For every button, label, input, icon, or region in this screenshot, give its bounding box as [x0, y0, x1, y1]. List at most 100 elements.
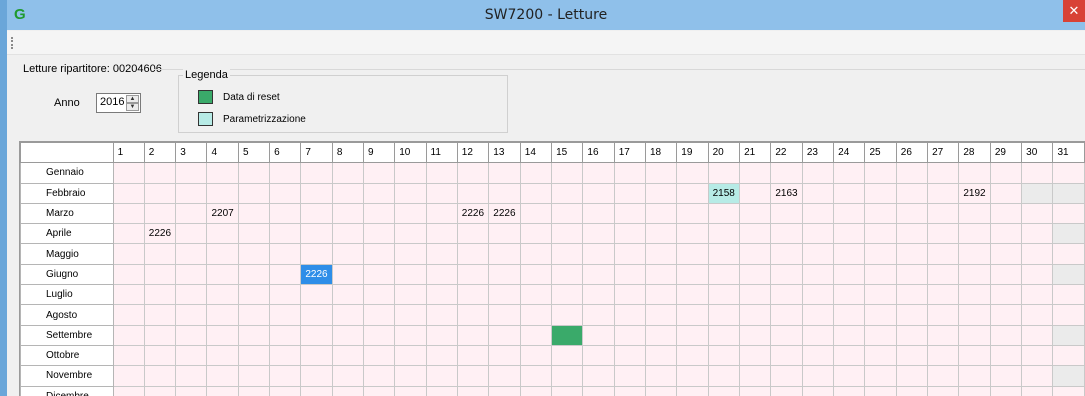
- reading-cell[interactable]: [582, 284, 615, 306]
- reading-cell[interactable]: [425, 243, 458, 265]
- day-column-header[interactable]: 25: [864, 142, 897, 164]
- reading-cell[interactable]: [456, 223, 490, 245]
- reading-cell[interactable]: [801, 243, 835, 265]
- reading-cell[interactable]: [425, 324, 458, 346]
- reading-cell[interactable]: [895, 223, 929, 245]
- reading-cell[interactable]: [1021, 162, 1054, 184]
- reading-cell[interactable]: [582, 324, 615, 346]
- reading-cell[interactable]: [269, 263, 302, 286]
- reading-cell[interactable]: [644, 284, 678, 306]
- reading-cell[interactable]: [613, 284, 646, 306]
- reading-cell[interactable]: [363, 182, 396, 204]
- month-row-header[interactable]: Settembre: [20, 324, 114, 346]
- reading-cell[interactable]: [551, 385, 584, 396]
- reading-cell[interactable]: [269, 385, 302, 396]
- month-row-header[interactable]: Dicembre: [20, 385, 114, 396]
- reading-cell[interactable]: [237, 304, 271, 326]
- day-column-header[interactable]: 17: [613, 142, 646, 164]
- reading-cell[interactable]: [143, 385, 177, 396]
- reading-cell[interactable]: [958, 284, 991, 306]
- close-button[interactable]: ✕: [1063, 0, 1085, 22]
- reading-cell[interactable]: 2226: [143, 223, 177, 245]
- reading-cell[interactable]: [456, 344, 490, 367]
- reading-cell[interactable]: [456, 365, 490, 387]
- reading-cell[interactable]: [864, 182, 897, 204]
- reading-cell[interactable]: [707, 243, 741, 265]
- reading-cell[interactable]: [143, 365, 177, 387]
- reading-cell[interactable]: [237, 365, 271, 387]
- reading-cell[interactable]: [739, 304, 772, 326]
- reading-cell[interactable]: [833, 385, 866, 396]
- day-column-header[interactable]: 28: [958, 142, 991, 164]
- reading-cell[interactable]: [895, 365, 929, 387]
- month-row-header[interactable]: Agosto: [20, 304, 114, 326]
- reading-cell[interactable]: [833, 182, 866, 204]
- reading-cell[interactable]: [237, 162, 271, 184]
- reading-cell[interactable]: [864, 344, 897, 367]
- reading-cell[interactable]: [644, 162, 678, 184]
- month-row-header[interactable]: Marzo: [20, 202, 114, 225]
- reading-cell[interactable]: [582, 385, 615, 396]
- reading-cell[interactable]: [895, 182, 929, 204]
- reading-cell[interactable]: [363, 263, 396, 286]
- reading-cell[interactable]: [989, 304, 1023, 326]
- reading-cell[interactable]: [801, 162, 835, 184]
- reading-cell[interactable]: [613, 304, 646, 326]
- spin-down-arrow-icon[interactable]: ▼: [126, 103, 139, 111]
- reading-cell[interactable]: [895, 202, 929, 225]
- reading-cell[interactable]: [394, 304, 427, 326]
- reading-cell[interactable]: [833, 223, 866, 245]
- reading-cell[interactable]: [363, 365, 396, 387]
- reading-cell[interactable]: [175, 344, 208, 367]
- reading-cell[interactable]: [644, 365, 678, 387]
- reading-cell[interactable]: [739, 243, 772, 265]
- reading-cell[interactable]: [582, 223, 615, 245]
- reading-cell[interactable]: [425, 304, 458, 326]
- reading-cell[interactable]: [1021, 324, 1054, 346]
- reading-cell[interactable]: [770, 365, 803, 387]
- reading-cell[interactable]: [269, 202, 302, 225]
- reading-cell[interactable]: [425, 223, 458, 245]
- reading-cell[interactable]: [551, 243, 584, 265]
- reading-cell[interactable]: [801, 263, 835, 286]
- reading-cell[interactable]: [989, 182, 1023, 204]
- reading-cell[interactable]: [206, 223, 239, 245]
- reading-cell[interactable]: [676, 223, 709, 245]
- day-column-header[interactable]: 7: [300, 142, 333, 164]
- reading-cell[interactable]: [551, 365, 584, 387]
- reading-cell[interactable]: [801, 365, 835, 387]
- reading-cell[interactable]: [206, 162, 239, 184]
- reading-cell[interactable]: [582, 263, 615, 286]
- reading-cell[interactable]: [1052, 304, 1085, 326]
- reading-cell[interactable]: [112, 344, 145, 367]
- day-column-header[interactable]: 18: [644, 142, 678, 164]
- reading-cell[interactable]: [958, 344, 991, 367]
- reading-cell[interactable]: [613, 385, 646, 396]
- reading-cell[interactable]: [739, 385, 772, 396]
- reading-cell[interactable]: [269, 182, 302, 204]
- reading-cell[interactable]: [770, 284, 803, 306]
- reading-cell[interactable]: [864, 263, 897, 286]
- reading-cell[interactable]: 2163: [770, 182, 803, 204]
- reading-cell[interactable]: [519, 385, 553, 396]
- reading-cell[interactable]: [927, 162, 960, 184]
- reading-cell[interactable]: [676, 304, 709, 326]
- reading-cell[interactable]: [237, 223, 271, 245]
- reading-cell[interactable]: [676, 243, 709, 265]
- reading-cell[interactable]: [425, 263, 458, 286]
- reading-cell[interactable]: [175, 284, 208, 306]
- reading-cell[interactable]: [394, 223, 427, 245]
- reading-cell[interactable]: [801, 182, 835, 204]
- reading-cell[interactable]: [676, 284, 709, 306]
- reading-cell[interactable]: [175, 385, 208, 396]
- reading-cell[interactable]: [1021, 344, 1054, 367]
- reading-cell[interactable]: [582, 344, 615, 367]
- reading-cell[interactable]: [112, 385, 145, 396]
- reading-cell[interactable]: [801, 344, 835, 367]
- reading-cell[interactable]: 2158: [707, 182, 741, 204]
- reading-cell[interactable]: [237, 182, 271, 204]
- reading-cell[interactable]: [927, 365, 960, 387]
- reading-cell[interactable]: [864, 284, 897, 306]
- reading-cell[interactable]: [833, 304, 866, 326]
- reading-cell[interactable]: [989, 223, 1023, 245]
